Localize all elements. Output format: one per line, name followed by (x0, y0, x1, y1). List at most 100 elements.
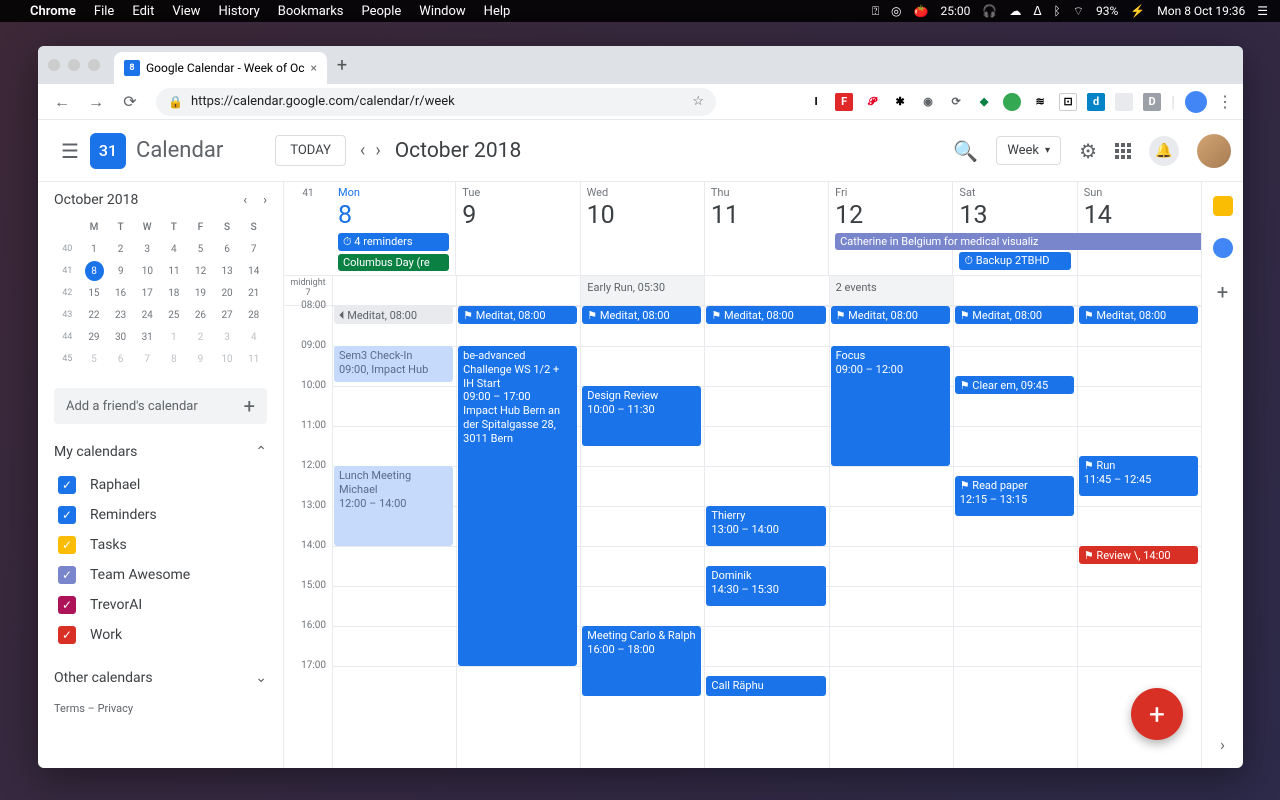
calendar-event[interactable]: ⚑ Meditat, 08:00 (831, 306, 950, 324)
mini-calendar[interactable]: MTWTFSS401234567418910111213144215161718… (54, 216, 267, 370)
mini-cal-day[interactable]: 2 (187, 326, 214, 348)
calendar-event[interactable]: Sem3 Check-In09:00, Impact Hub (334, 346, 453, 382)
window-controls[interactable] (48, 59, 100, 71)
early-events-cell[interactable]: Early Run, 05:30 (580, 276, 704, 305)
wifi-icon[interactable]: ⌔ (1073, 4, 1084, 19)
bluetooth-icon[interactable]: ᛒ (1054, 4, 1061, 18)
allday-event[interactable]: Catherine in Belgium for medical visuali… (835, 233, 1201, 250)
mini-cal-day[interactable]: 29 (81, 326, 108, 348)
forward-button[interactable]: → (82, 88, 110, 116)
calendar-event[interactable]: ⚑ Meditat, 08:00 (1079, 306, 1198, 324)
calendar-checkbox[interactable]: ✓ (58, 506, 76, 524)
ext-icon[interactable] (1003, 93, 1021, 111)
day-column[interactable]: ⚑ Meditat, 08:00⚑ Clear em, 09:45⚑ Read … (953, 306, 1077, 768)
mini-cal-day[interactable]: 19 (187, 282, 214, 304)
allday-event[interactable]: ⏱ 4 reminders (338, 233, 449, 251)
mini-cal-day[interactable]: 11 (161, 260, 188, 282)
prev-period-button[interactable]: ‹ (360, 140, 365, 161)
menu-edit[interactable]: Edit (132, 4, 154, 19)
mini-cal-day[interactable]: 14 (240, 260, 267, 282)
reload-button[interactable]: ⟳ (116, 88, 144, 116)
day-header[interactable]: Sun 14 (1077, 182, 1201, 275)
other-calendars-toggle[interactable]: Other calendars ⌄ (54, 670, 267, 686)
mini-cal-day[interactable]: 10 (214, 348, 241, 370)
calendar-list-item[interactable]: ✓ Work (54, 620, 267, 650)
calendar-event[interactable]: Thierry13:00 – 14:00 (706, 506, 825, 546)
calendar-event[interactable]: Design Review10:00 – 11:30 (582, 386, 701, 446)
menu-history[interactable]: History (218, 4, 259, 19)
minimize-window-icon[interactable] (68, 59, 80, 71)
keep-icon[interactable] (1213, 196, 1233, 216)
collapse-panel-icon[interactable]: › (1220, 735, 1225, 754)
ext-icon[interactable]: F (835, 93, 853, 111)
calendar-list-item[interactable]: ✓ Tasks (54, 530, 267, 560)
mini-cal-next-button[interactable]: › (263, 193, 267, 208)
mini-cal-day[interactable]: 22 (81, 304, 108, 326)
mini-cal-day[interactable]: 5 (81, 348, 108, 370)
allday-event[interactable]: Columbus Day (re (338, 254, 449, 271)
chrome-menu-icon[interactable]: ⋮ (1217, 92, 1233, 111)
calendar-list-item[interactable]: ✓ TrevorAI (54, 590, 267, 620)
mini-cal-day[interactable]: 15 (81, 282, 108, 304)
day-header[interactable]: Fri 12Catherine in Belgium for medical v… (828, 182, 952, 275)
mini-cal-day[interactable]: 31 (134, 326, 161, 348)
main-menu-icon[interactable]: ☰ (50, 139, 90, 163)
headphones-icon[interactable]: 🎧 (982, 4, 997, 18)
mini-cal-day[interactable]: 24 (134, 304, 161, 326)
back-button[interactable]: ← (48, 88, 76, 116)
mini-cal-day[interactable]: 6 (214, 238, 241, 260)
footer-links[interactable]: Terms – Privacy (54, 702, 267, 715)
calendar-checkbox[interactable]: ✓ (58, 596, 76, 614)
ext-icon[interactable]: ✱ (891, 93, 909, 111)
cloud-icon[interactable]: ☁ (1009, 4, 1021, 18)
mini-cal-day[interactable]: 1 (161, 326, 188, 348)
my-calendars-toggle[interactable]: My calendars ⌃ (54, 444, 267, 460)
mini-cal-day[interactable]: 8 (85, 261, 104, 281)
calendar-list-item[interactable]: ✓ Raphael (54, 470, 267, 500)
menu-bookmarks[interactable]: Bookmarks (278, 4, 344, 19)
day-header[interactable]: Wed 10 (580, 182, 704, 275)
menu-file[interactable]: File (94, 4, 114, 19)
calendar-checkbox[interactable]: ✓ (58, 476, 76, 494)
ext-icon[interactable]: ⟳ (947, 93, 965, 111)
calendar-event[interactable]: Meeting Carlo & Ralph16:00 – 18:00 (582, 626, 701, 696)
mini-cal-day[interactable]: 5 (187, 238, 214, 260)
mini-cal-day[interactable]: 26 (187, 304, 214, 326)
profile-avatar-icon[interactable] (1185, 91, 1207, 113)
mini-cal-prev-button[interactable]: ‹ (243, 193, 247, 208)
calendar-event[interactable]: Focus09:00 – 12:00 (831, 346, 950, 466)
calendar-event[interactable]: be-advanced Challenge WS 1/2 + IH Start0… (458, 346, 577, 666)
calendar-event[interactable]: ⏴ Meditat, 08:00 (334, 306, 453, 324)
next-period-button[interactable]: › (375, 140, 380, 161)
mini-cal-day[interactable]: 18 (161, 282, 188, 304)
dropbox-icon[interactable]: ⍰ (872, 4, 879, 19)
camera-icon[interactable]: ◉ (919, 93, 937, 111)
mini-cal-day[interactable]: 27 (214, 304, 241, 326)
calendar-checkbox[interactable]: ✓ (58, 536, 76, 554)
mini-cal-day[interactable]: 3 (134, 238, 161, 260)
calendar-list-item[interactable]: ✓ Reminders (54, 500, 267, 530)
close-tab-icon[interactable]: × (311, 61, 317, 75)
mini-cal-day[interactable]: 10 (134, 260, 161, 282)
calendar-event[interactable]: ⚑ Run11:45 – 12:45 (1079, 456, 1198, 496)
buffer-icon[interactable]: ≋ (1031, 93, 1049, 111)
mini-cal-day[interactable]: 25 (161, 304, 188, 326)
calendar-event[interactable]: ⚑ Meditat, 08:00 (706, 306, 825, 324)
new-tab-button[interactable]: + (337, 55, 347, 76)
tomato-icon[interactable]: 🍅 (914, 4, 929, 18)
ext-icon[interactable]: ⊡ (1059, 93, 1077, 111)
menu-help[interactable]: Help (484, 4, 511, 19)
menu-icon[interactable]: ☰ (1257, 4, 1268, 18)
bookmark-star-icon[interactable]: ☆ (692, 94, 704, 109)
mini-cal-day[interactable]: 8 (161, 348, 188, 370)
settings-icon[interactable]: ⚙ (1079, 139, 1097, 163)
ext-icon[interactable] (1115, 93, 1133, 111)
ext-icon[interactable]: I (807, 93, 825, 111)
day-column[interactable]: ⚑ Meditat, 08:00 Focus09:00 – 12:00 (829, 306, 953, 768)
timer-value[interactable]: 25:00 (940, 4, 970, 18)
day-column[interactable]: ⏴ Meditat, 08:00 Sem3 Check-In09:00, Impa… (332, 306, 456, 768)
close-window-icon[interactable] (48, 59, 60, 71)
mini-cal-day[interactable]: 3 (214, 326, 241, 348)
browser-tab[interactable]: 8 Google Calendar - Week of Oc × (114, 52, 327, 84)
mini-cal-day[interactable]: 23 (107, 304, 134, 326)
